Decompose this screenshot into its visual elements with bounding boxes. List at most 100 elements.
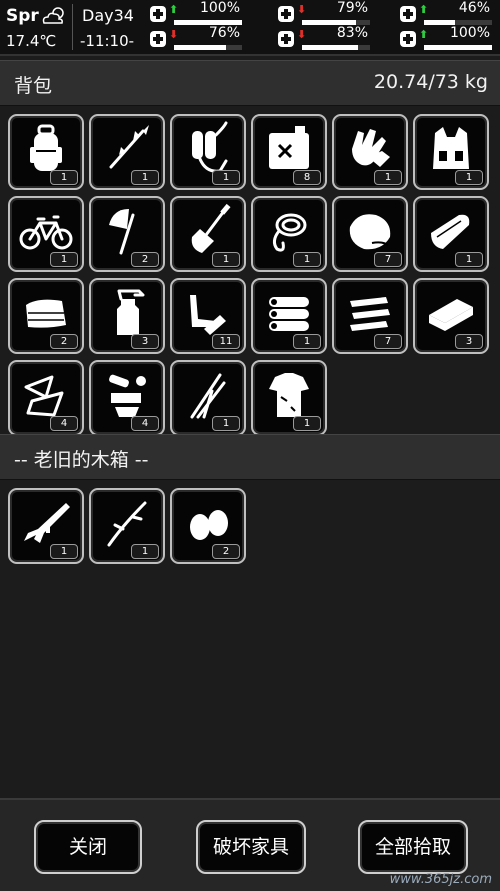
- stomach-icon: [278, 6, 294, 22]
- fuel-can-icon: [269, 126, 309, 169]
- cloth-icon: [26, 299, 66, 328]
- destroy-furniture-button[interactable]: 破坏家具: [196, 820, 306, 874]
- stat-value: 46%: [458, 0, 490, 16]
- trend-up-arrow-icon: ⬆: [419, 28, 429, 41]
- item-count-badge: 8: [293, 170, 321, 185]
- inventory-slot[interactable]: 1: [413, 114, 489, 190]
- item-count-badge: 2: [212, 544, 240, 559]
- oxygen-tank-icon: [192, 121, 228, 173]
- inventory-slot[interactable]: 1: [170, 114, 246, 190]
- item-count-badge: 7: [374, 252, 402, 267]
- bicycle-icon: [19, 215, 73, 250]
- partly-cloudy-icon: [42, 7, 64, 24]
- inventory-slot[interactable]: 1: [89, 488, 165, 564]
- stat-bar: [174, 45, 242, 50]
- backpack-header: 背包 20.74/73 kg: [0, 60, 500, 106]
- inventory-slot[interactable]: 1: [170, 360, 246, 436]
- inventory-slot[interactable]: 7: [332, 196, 408, 272]
- stat-health: ⬆ 100%: [148, 0, 244, 27]
- battery-icon: [400, 6, 416, 22]
- item-count-badge: 1: [131, 544, 159, 559]
- stat-value: 83%: [336, 25, 368, 41]
- item-count-badge: 4: [131, 416, 159, 431]
- item-count-badge: 4: [50, 416, 78, 431]
- inventory-slot[interactable]: 8: [251, 114, 327, 190]
- close-button[interactable]: 关闭: [34, 820, 142, 874]
- branch-icon: [107, 501, 147, 547]
- inventory-slot[interactable]: 3: [413, 278, 489, 354]
- watermark: www.365jz.com: [389, 872, 492, 887]
- inventory-slot[interactable]: 1: [170, 196, 246, 272]
- spear-icon: [109, 125, 149, 169]
- item-count-badge: 1: [131, 170, 159, 185]
- item-count-badge: 1: [212, 416, 240, 431]
- item-count-badge: 1: [212, 252, 240, 267]
- glass-shards-icon: [24, 375, 64, 417]
- item-count-badge: 2: [50, 334, 78, 349]
- reeds-icon: [190, 373, 226, 419]
- inventory-slot[interactable]: 2: [170, 488, 246, 564]
- trend-down-arrow-icon: ⬇: [297, 3, 307, 16]
- inventory-slot[interactable]: 3: [89, 278, 165, 354]
- stat-bar-fill: [302, 45, 359, 50]
- rifle-icon: [24, 503, 70, 543]
- take-all-button[interactable]: 全部拾取: [358, 820, 468, 874]
- inventory-slot[interactable]: 1: [251, 278, 327, 354]
- stat-stamina: ⬇ 76%: [148, 25, 244, 52]
- inventory-slot[interactable]: 4: [89, 360, 165, 436]
- inventory-slot[interactable]: 4: [8, 360, 84, 436]
- inventory-slot[interactable]: 1: [89, 114, 165, 190]
- item-count-badge: 3: [455, 334, 483, 349]
- medkit-icon: [150, 6, 166, 22]
- trend-up-arrow-icon: ⬆: [419, 3, 429, 16]
- brick-icon: [429, 299, 473, 331]
- inventory-slot[interactable]: 1: [251, 360, 327, 436]
- meat-icon: [349, 214, 391, 250]
- inventory-slot[interactable]: 1: [8, 488, 84, 564]
- item-count-badge: 1: [212, 170, 240, 185]
- rope-icon: [272, 213, 307, 252]
- planks-icon: [350, 297, 390, 331]
- container-title: -- 老旧的木箱 --: [14, 449, 149, 471]
- stat-energy: ⬆ 46%: [398, 0, 494, 27]
- container-header: -- 老旧的木箱 --: [0, 434, 500, 480]
- stat-value: 76%: [208, 25, 240, 41]
- day-counter: Day34: [82, 6, 134, 25]
- inventory-slot[interactable]: 1: [251, 196, 327, 272]
- tactical-vest-icon: [433, 127, 469, 169]
- item-count-badge: 1: [374, 170, 402, 185]
- item-count-badge: 2: [131, 252, 159, 267]
- item-count-badge: 3: [131, 334, 159, 349]
- bread-icon: [431, 214, 470, 249]
- inventory-slot[interactable]: 1: [8, 114, 84, 190]
- inventory-slot[interactable]: 2: [89, 196, 165, 272]
- stat-thirst: ⬇ 83%: [276, 25, 372, 52]
- inventory-slot[interactable]: 2: [8, 278, 84, 354]
- ragged-shirt-icon: [269, 373, 309, 417]
- inventory-slot[interactable]: 1: [8, 196, 84, 272]
- item-count-badge: 1: [293, 334, 321, 349]
- stat-mood: ⬆ 100%: [398, 25, 494, 52]
- heart-icon: [400, 31, 416, 47]
- season-label: Spr: [6, 6, 39, 26]
- scrap-parts-icon: [109, 374, 146, 417]
- stat-bar: [424, 45, 492, 50]
- inventory-slot[interactable]: 1: [332, 114, 408, 190]
- gloves-icon: [352, 129, 390, 167]
- item-count-badge: 1: [50, 252, 78, 267]
- item-count-badge: 1: [455, 252, 483, 267]
- trend-down-arrow-icon: ⬇: [169, 28, 179, 41]
- trend-up-arrow-icon: ⬆: [169, 3, 179, 16]
- item-count-badge: 1: [50, 170, 78, 185]
- inventory-slot[interactable]: 7: [332, 278, 408, 354]
- stat-value: 100%: [449, 25, 490, 41]
- boot-icon: [150, 31, 166, 47]
- clock-label: -11:10-: [80, 32, 135, 50]
- inventory-slot[interactable]: 11: [170, 278, 246, 354]
- inventory-slot[interactable]: 1: [413, 196, 489, 272]
- item-count-badge: 1: [455, 170, 483, 185]
- axe-icon: [109, 209, 135, 255]
- backpack-weight: 20.74/73 kg: [373, 71, 488, 93]
- item-count-badge: 1: [50, 544, 78, 559]
- stat-bar-fill: [424, 45, 492, 50]
